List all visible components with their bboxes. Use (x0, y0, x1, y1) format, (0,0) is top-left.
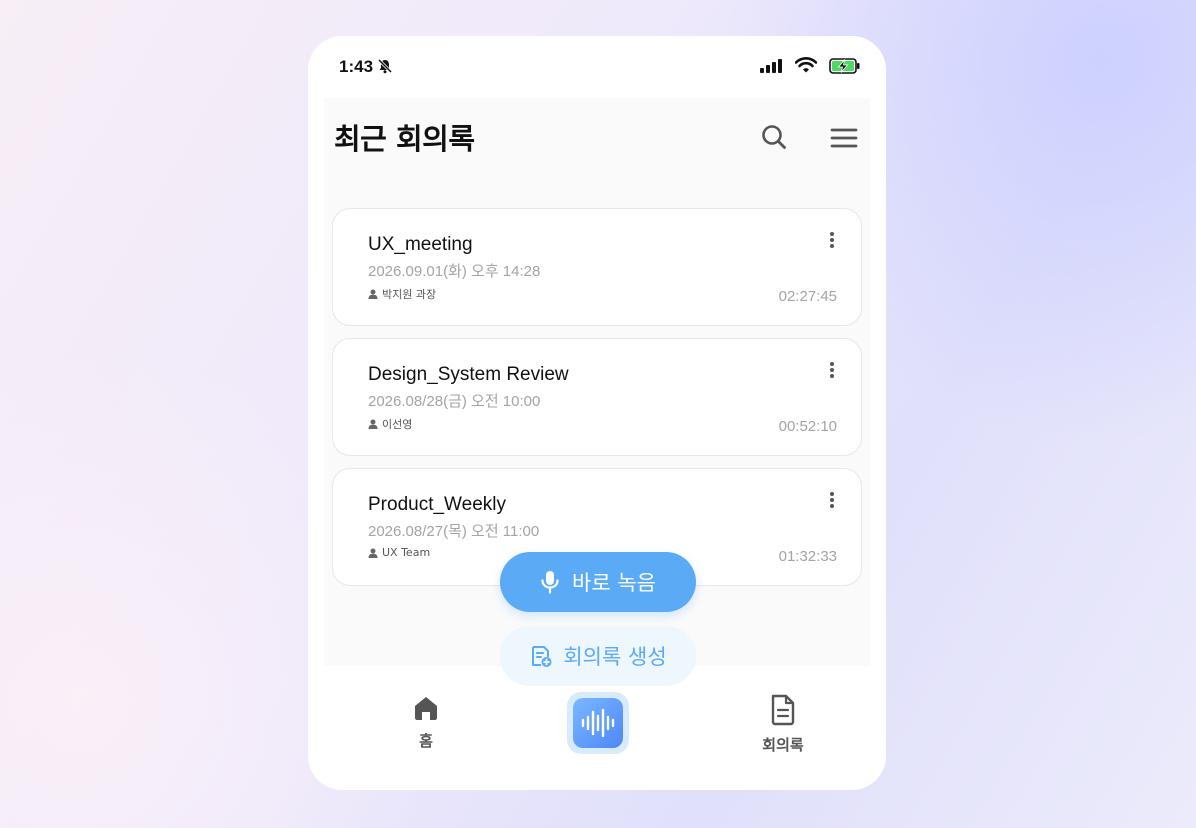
tab-record[interactable] (567, 692, 629, 754)
person-icon (368, 289, 378, 299)
create-minutes-label: 회의록 생성 (563, 645, 667, 669)
meeting-title: Product_Weekly (368, 494, 506, 515)
search-icon (762, 125, 786, 149)
meeting-card[interactable]: Design_System Review 2026.08/28(금) 오전 10… (332, 338, 862, 456)
meeting-duration: 01:32:33 (778, 548, 837, 565)
battery-charging-icon (829, 58, 861, 78)
meeting-owner: UX Team (368, 546, 430, 559)
home-icon (415, 697, 437, 720)
tab-record-icon-container (573, 698, 623, 748)
wifi-icon (794, 57, 818, 77)
microphone-icon (541, 571, 559, 594)
person-icon (368, 548, 378, 558)
meeting-card[interactable]: UX_meeting 2026.09.01(화) 오후 14:28 박지원 과장… (332, 208, 862, 326)
more-options-button[interactable] (829, 231, 839, 251)
tab-bar: 홈 회의록 (308, 676, 886, 790)
tab-home-label: 홈 (419, 732, 433, 750)
meeting-owner-name: 박지원 과장 (382, 288, 437, 301)
more-vertical-icon (830, 362, 834, 378)
status-time: 1:43 (339, 57, 374, 76)
meeting-date: 2026.09.01(화) 오후 14:28 (368, 263, 541, 280)
document-icon (771, 694, 795, 726)
more-vertical-icon (830, 492, 834, 508)
record-now-label: 바로 녹음 (572, 571, 656, 595)
search-button[interactable] (760, 123, 788, 151)
meeting-duration: 02:27:45 (778, 288, 837, 305)
meeting-title: UX_meeting (368, 234, 473, 255)
tab-minutes-label: 회의록 (762, 736, 804, 754)
document-add-icon (532, 646, 552, 667)
signal-icon (760, 58, 784, 77)
meeting-owner-name: UX Team (382, 546, 431, 559)
meeting-owner-name: 이선영 (382, 418, 413, 431)
phone-frame: 1:43 최근 회의록 UX_meeting 2026.09.01(화) 오후 … (308, 36, 886, 790)
meeting-duration: 00:52:10 (778, 418, 837, 435)
meeting-title: Design_System Review (368, 364, 569, 385)
meeting-owner: 박지원 과장 (368, 286, 436, 302)
person-icon (368, 419, 378, 429)
tab-home[interactable]: 홈 (404, 694, 448, 758)
more-options-button[interactable] (829, 491, 839, 511)
status-bar: 1:43 (308, 36, 886, 98)
page-title: 최근 회의록 (334, 122, 475, 156)
bell-off-icon (377, 58, 393, 78)
menu-icon (830, 128, 858, 148)
record-now-button[interactable]: 바로 녹음 (500, 552, 696, 612)
meeting-date: 2026.08/28(금) 오전 10:00 (368, 393, 541, 410)
more-options-button[interactable] (829, 361, 839, 381)
more-vertical-icon (830, 232, 834, 248)
waveform-icon (581, 708, 615, 738)
meeting-owner: 이선영 (368, 416, 412, 432)
menu-button[interactable] (830, 124, 858, 152)
meeting-date: 2026.08/27(목) 오전 11:00 (368, 523, 540, 540)
tab-minutes[interactable]: 회의록 (748, 694, 818, 758)
